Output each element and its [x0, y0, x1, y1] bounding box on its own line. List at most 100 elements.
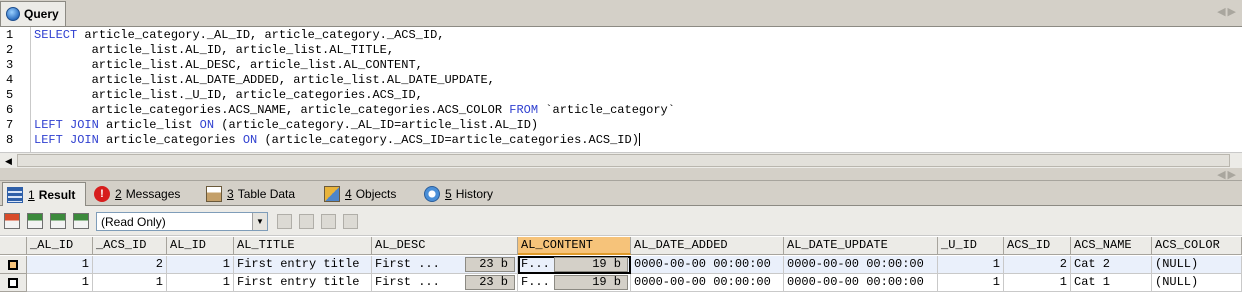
scroll-left-icon[interactable]: ◀ [2, 155, 15, 167]
history-icon [424, 186, 440, 202]
export-icon[interactable] [4, 213, 20, 229]
pane-splitter[interactable]: ◀▶ [0, 168, 1242, 181]
insert-row-icon[interactable] [277, 214, 292, 229]
column-header[interactable]: ACS_NAME [1071, 237, 1152, 255]
editor-horizontal-scrollbar[interactable]: ◀ [0, 152, 1242, 168]
cell-desc[interactable]: First ... 23 b [372, 256, 518, 274]
sql-text: article_list [98, 118, 200, 132]
cell-title[interactable]: First entry title [234, 274, 372, 292]
cell-value: 1 [81, 275, 89, 289]
tab-number: 4 [345, 187, 352, 201]
cell-date-update[interactable]: 0000-00-00 00:00:00 [784, 274, 938, 292]
column-header[interactable]: AL_DATE_UPDATE [784, 237, 938, 255]
query-tab[interactable]: Query [0, 1, 66, 26]
tab-result[interactable]: 1 Result [2, 182, 86, 206]
column-header[interactable]: AL_DESC [372, 237, 518, 255]
row-selector[interactable] [0, 256, 27, 274]
column-header[interactable]: AL_ID [167, 237, 234, 255]
blob-size-button[interactable]: 19 b [554, 275, 628, 290]
cell-title[interactable]: First entry title [234, 256, 372, 274]
line-number: 3 [6, 58, 14, 72]
cell-value: 0000-00-00 00:00:00 [787, 257, 924, 271]
text-caret [638, 133, 640, 147]
cell-acs-id[interactable]: 2 [1004, 256, 1071, 274]
cell-al-id-fk[interactable]: 1 [27, 274, 93, 292]
cell-value: Cat 2 [1074, 257, 1111, 271]
cell-acs-color[interactable]: (NULL) [1152, 256, 1242, 274]
column-header[interactable]: _ACS_ID [93, 237, 167, 255]
sql-text: article_category._AL_ID, article_categor… [77, 28, 445, 42]
row-selector[interactable] [0, 274, 27, 292]
code-line: LEFT JOIN article_categories ON (article… [34, 133, 640, 148]
cell-value: 1 [1059, 275, 1067, 289]
line-number: 8 [6, 133, 14, 147]
grid-corner[interactable] [0, 237, 27, 255]
cell-u-id[interactable]: 1 [938, 274, 1004, 292]
cancel-changes-icon[interactable] [343, 214, 358, 229]
cell-date-update[interactable]: 0000-00-00 00:00:00 [784, 256, 938, 274]
column-header[interactable]: ACS_ID [1004, 237, 1071, 255]
grid-view-icon[interactable] [50, 213, 66, 229]
cell-al-id[interactable]: 1 [167, 256, 234, 274]
blob-size-button[interactable]: 23 b [465, 275, 515, 290]
tab-nav-arrows-icon[interactable]: ◀▶ [1217, 5, 1238, 18]
tab-table-data[interactable]: 3 Table Data [202, 183, 312, 205]
column-header[interactable]: AL_CONTENT [518, 237, 631, 255]
form-view-icon[interactable] [73, 213, 89, 229]
cell-desc[interactable]: First ... 23 b [372, 274, 518, 292]
delete-row-icon[interactable] [321, 214, 336, 229]
result-toolbar: (Read Only) ▼ [0, 206, 1242, 236]
tab-number: 5 [445, 187, 452, 201]
cell-acs-name[interactable]: Cat 2 [1071, 256, 1152, 274]
cell-acs-id-fk[interactable]: 1 [93, 274, 167, 292]
cell-content[interactable]: F... 19 b [518, 274, 631, 292]
cell-value: (NULL) [1155, 257, 1199, 271]
blob-size-button[interactable]: 19 b [554, 257, 628, 272]
cell-acs-color[interactable]: (NULL) [1152, 274, 1242, 292]
column-header[interactable]: ACS_COLOR [1152, 237, 1242, 255]
splitter-arrows-icon[interactable]: ◀▶ [1217, 168, 1238, 181]
tab-objects[interactable]: 4 Objects [320, 183, 412, 205]
code-line: article_list.AL_DATE_ADDED, article_list… [34, 73, 495, 88]
blob-size-button[interactable]: 23 b [465, 257, 515, 272]
result-grid-icon [7, 186, 23, 203]
messages-icon: ! [94, 186, 110, 202]
tab-messages[interactable]: ! 2 Messages [90, 183, 194, 205]
chevron-down-icon[interactable]: ▼ [252, 213, 267, 230]
cell-acs-name[interactable]: Cat 1 [1071, 274, 1152, 292]
result-grid[interactable]: _AL_ID _ACS_ID AL_ID AL_TITLE AL_DESC AL_CONT… [0, 236, 1242, 293]
tab-history[interactable]: 5 History [420, 183, 506, 205]
code-line: article_list.AL_ID, article_list.AL_TITL… [34, 43, 394, 58]
scrollbar-thumb[interactable] [17, 154, 1230, 167]
column-header[interactable]: _U_ID [938, 237, 1004, 255]
line-number: 6 [6, 103, 14, 117]
tab-number: 3 [227, 187, 234, 201]
result-mode-select[interactable]: (Read Only) ▼ [96, 212, 268, 231]
line-number-gutter: 12345678 [0, 27, 31, 153]
column-header[interactable]: AL_DATE_ADDED [631, 237, 784, 255]
cell-content[interactable]: F... 19 b [518, 256, 631, 274]
table-data-icon [206, 186, 222, 202]
copy-rows-icon[interactable] [27, 213, 43, 229]
line-number: 5 [6, 88, 14, 102]
line-number: 1 [6, 28, 14, 42]
cell-value: (NULL) [1155, 275, 1199, 289]
sql-editor[interactable]: 12345678 SELECT article_category._AL_ID,… [0, 26, 1242, 153]
cell-al-id[interactable]: 1 [167, 274, 234, 292]
line-number: 7 [6, 118, 14, 132]
sql-text: article_categories.ACS_NAME, article_cat… [34, 103, 510, 117]
sql-keyword: LEFT JOIN [34, 133, 99, 147]
row-checkbox-icon [8, 278, 18, 288]
sql-keyword: SELECT [34, 28, 78, 42]
cell-al-id-fk[interactable]: 1 [27, 256, 93, 274]
cell-acs-id[interactable]: 1 [1004, 274, 1071, 292]
sql-keyword: ON [199, 118, 215, 132]
cell-u-id[interactable]: 1 [938, 256, 1004, 274]
sql-keyword: FROM [509, 103, 539, 117]
column-header[interactable]: AL_TITLE [234, 237, 372, 255]
cell-date-added[interactable]: 0000-00-00 00:00:00 [631, 256, 784, 274]
save-icon[interactable] [299, 214, 314, 229]
column-header[interactable]: _AL_ID [27, 237, 93, 255]
cell-acs-id-fk[interactable]: 2 [93, 256, 167, 274]
cell-date-added[interactable]: 0000-00-00 00:00:00 [631, 274, 784, 292]
